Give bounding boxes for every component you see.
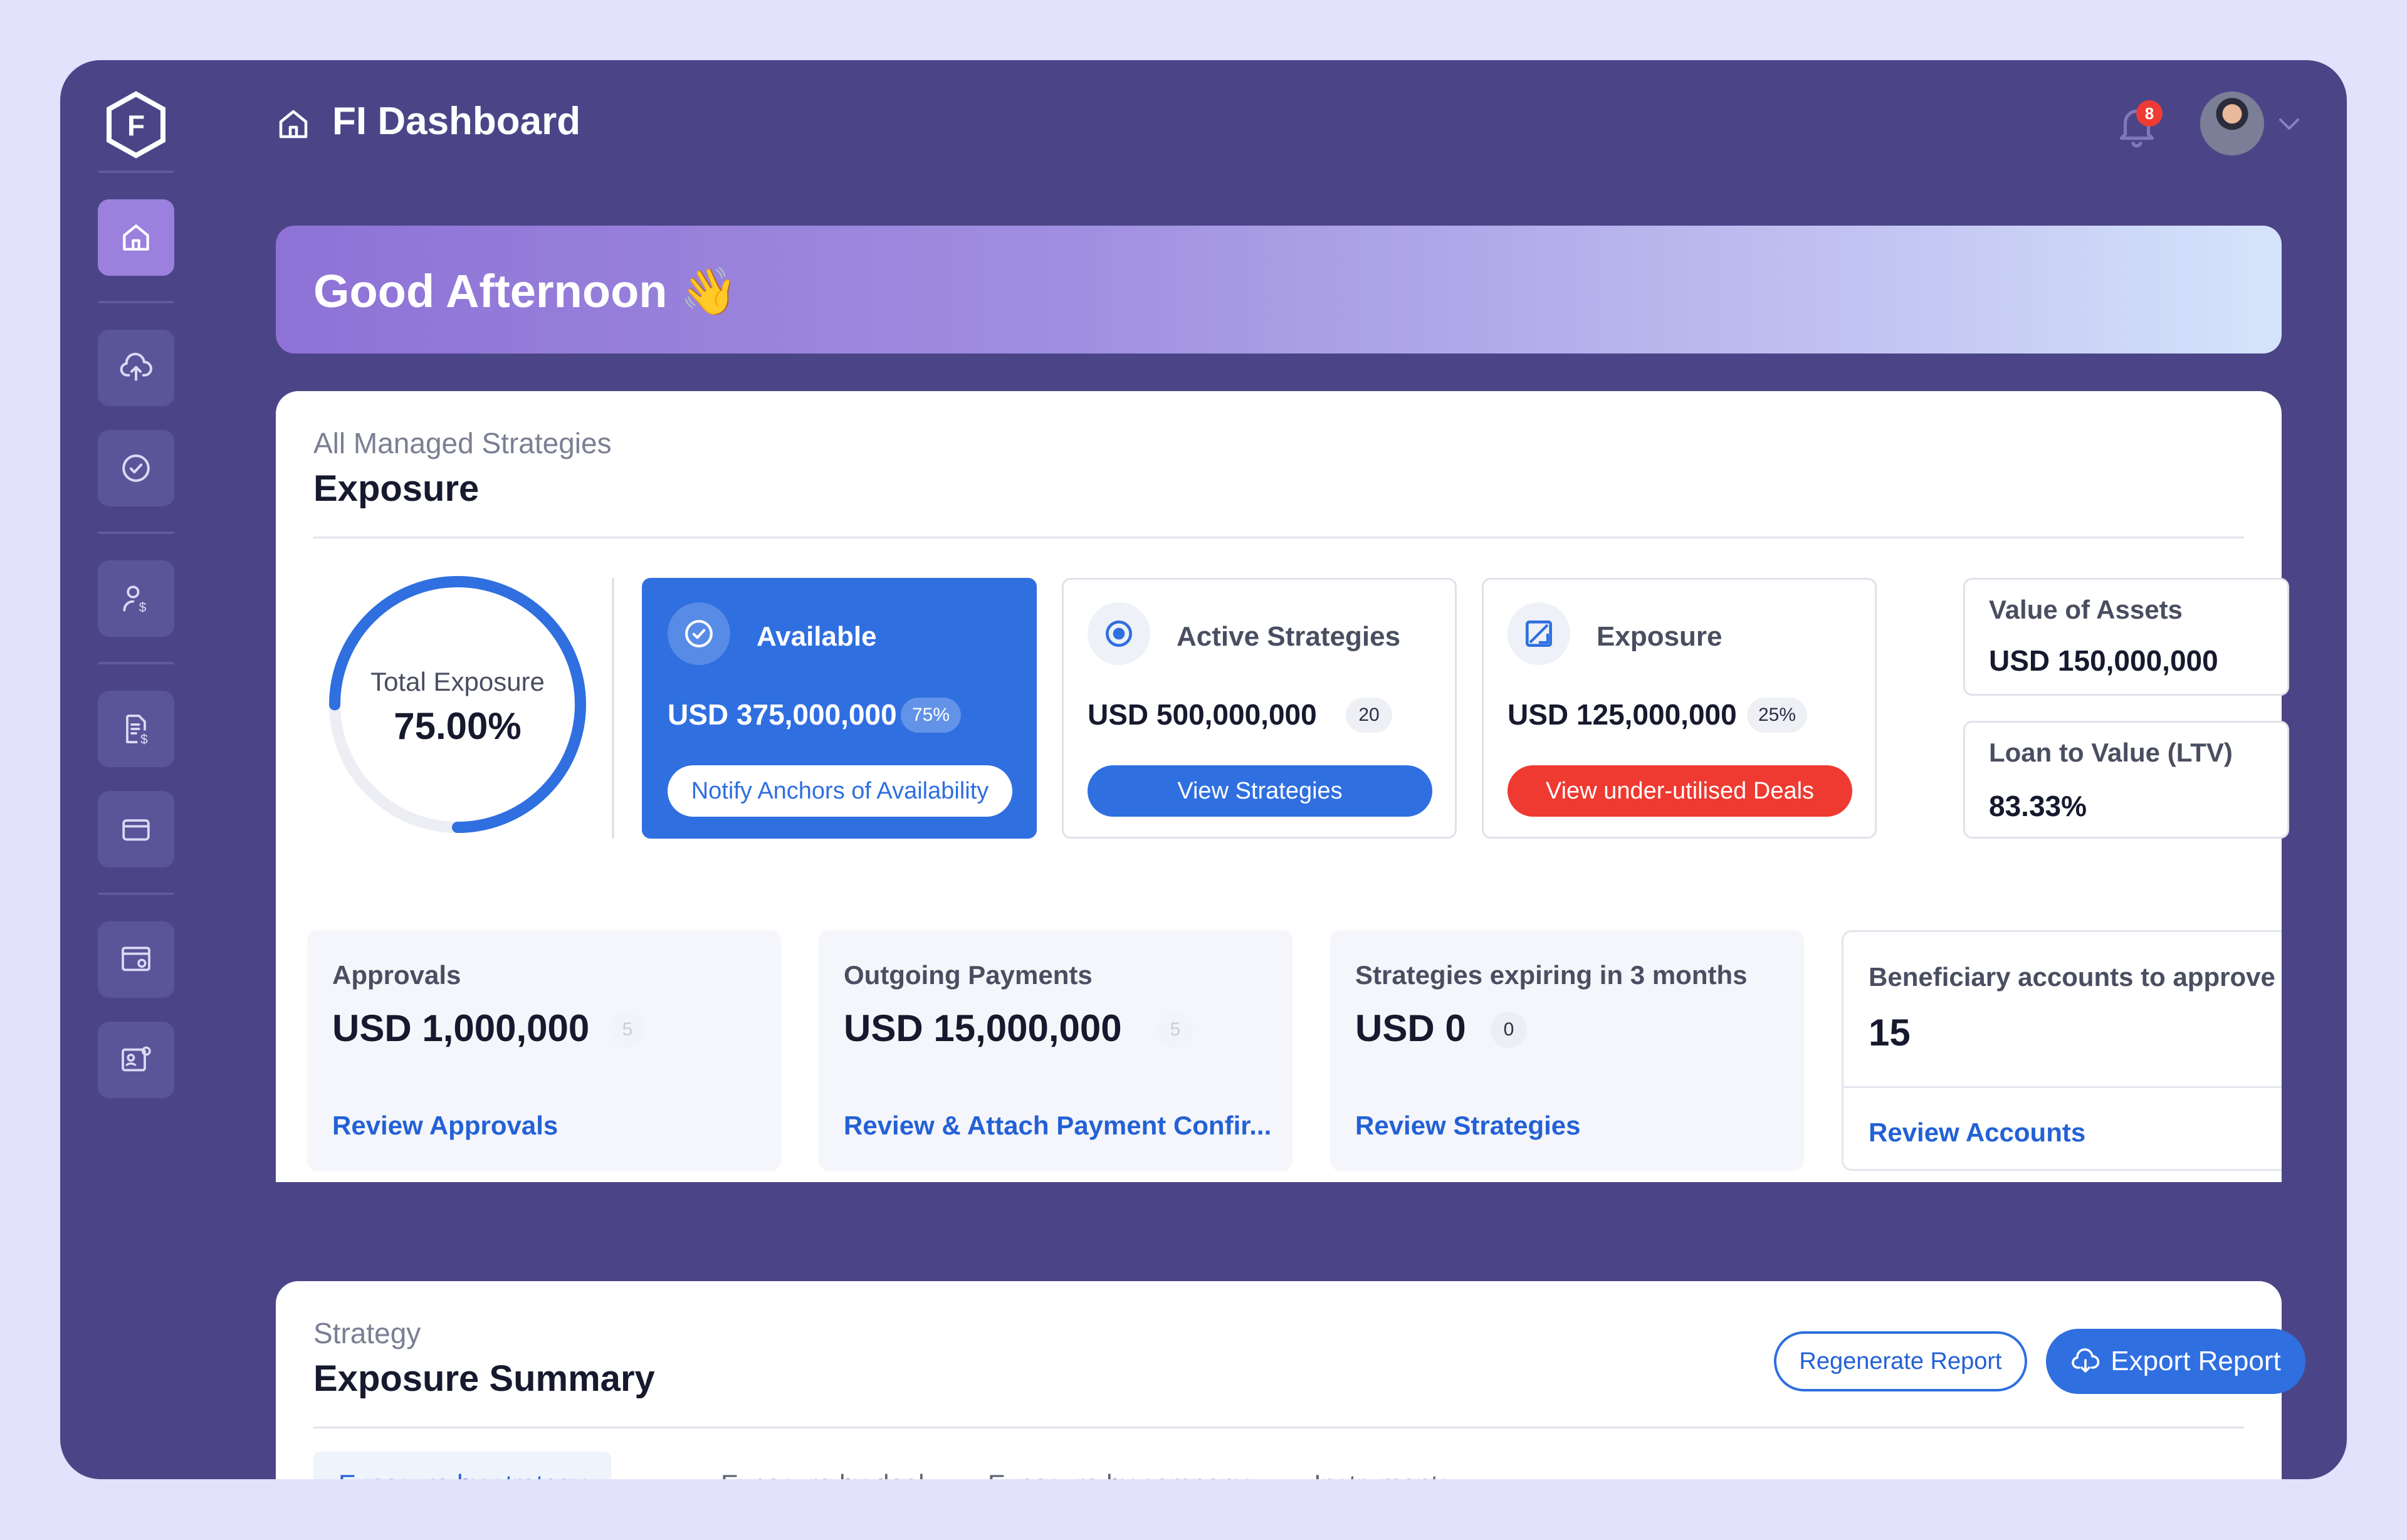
section-title: Exposure	[313, 468, 480, 509]
beneficiary-accounts-card: Beneficiary accounts to approve 15 Revie…	[1842, 930, 2282, 1171]
check-circle-icon	[668, 602, 730, 665]
kpi-label: Outgoing Payments	[844, 960, 1093, 990]
tab-exposure-by-strategy[interactable]: Exposure by strategy	[313, 1452, 611, 1479]
svg-text:$: $	[139, 600, 147, 615]
count-badge: 20	[1346, 698, 1392, 733]
avatar[interactable]	[2200, 92, 2264, 155]
svg-text:$: $	[140, 732, 148, 746]
active-strategies-tile: Active Strategies USD 500,000,000 20 Vie…	[1062, 578, 1457, 839]
divider	[313, 537, 2244, 538]
tile-title: Active Strategies	[1177, 621, 1401, 652]
view-strategies-button[interactable]: View Strategies	[1088, 765, 1432, 817]
value-of-assets-tile: Value of Assets USD 150,000,000	[1963, 578, 2289, 696]
sidebar-item-profile-settings[interactable]	[98, 1022, 174, 1098]
check-circle-icon	[122, 454, 150, 482]
divider	[313, 1427, 2244, 1428]
vertical-divider	[612, 578, 614, 839]
kpi-label: Strategies expiring in 3 months	[1355, 960, 1748, 990]
exposure-overview: All Managed Strategies Exposure Total Ex…	[276, 391, 2289, 893]
upload-cloud-icon	[120, 352, 152, 381]
chevron-down-icon[interactable]	[2277, 114, 2302, 133]
view-underutilised-deals-button[interactable]: View under-utilised Deals	[1508, 765, 1852, 817]
sidebar-item-invoices[interactable]: $	[98, 691, 174, 767]
tab-instruments[interactable]: Instruments	[1314, 1452, 1451, 1479]
app-logo[interactable]: F	[102, 90, 170, 159]
kpi-value: USD 0	[1355, 1007, 1466, 1049]
sidebar-divider	[98, 893, 174, 895]
sidebar-item-home[interactable]	[98, 199, 174, 276]
expiring-strategies-card: Strategies expiring in 3 months USD 0 0 …	[1330, 930, 1804, 1171]
sidebar-item-beneficiaries[interactable]: $	[98, 560, 174, 637]
tile-title: Exposure	[1597, 621, 1723, 652]
app-window: F $ $ FI Dashboard 8 Good Afternoon 👋 Al…	[60, 60, 2347, 1479]
sidebar-item-approvals[interactable]	[98, 430, 174, 506]
percent-badge: 75%	[901, 698, 962, 733]
tile-label: Loan to Value (LTV)	[1989, 738, 2233, 767]
home-icon	[123, 224, 149, 251]
user-dollar-icon: $	[123, 585, 147, 615]
tile-value: 83.33%	[1989, 790, 2087, 822]
review-payments-link[interactable]: Review & Attach Payment Confir...	[844, 1111, 1271, 1141]
tile-value: USD 150,000,000	[1989, 644, 2218, 677]
kpi-row: Approvals USD 1,000,000 5 Review Approva…	[276, 893, 2282, 1182]
percent-badge: 25%	[1747, 698, 1808, 733]
invoice-dollar-icon: $	[126, 715, 148, 746]
exposure-tile: Exposure USD 125,000,000 25% View under-…	[1482, 578, 1877, 839]
chart-box-icon	[1508, 602, 1570, 665]
count-badge: 5	[609, 1012, 646, 1048]
export-report-label: Export Report	[2111, 1346, 2281, 1376]
browser-settings-icon	[122, 946, 150, 972]
sidebar-item-wallet[interactable]	[98, 791, 174, 867]
kpi-value: 15	[1869, 1012, 1911, 1054]
kpi-label: Beneficiary accounts to approve	[1869, 962, 2275, 992]
tile-title: Available	[757, 621, 877, 652]
svg-text:F: F	[127, 109, 145, 142]
tile-amount: USD 125,000,000	[1508, 698, 1737, 731]
kpi-label: Approvals	[332, 960, 461, 990]
sidebar-divider	[98, 532, 174, 534]
available-tile: Available USD 375,000,000 75% Notify Anc…	[642, 578, 1037, 839]
outgoing-payments-card: Outgoing Payments USD 15,000,000 5 Revie…	[819, 930, 1293, 1171]
id-card-settings-icon	[122, 1046, 151, 1072]
sidebar-divider	[98, 170, 174, 173]
kpi-value: USD 1,000,000	[332, 1007, 590, 1049]
wallet-icon	[122, 819, 150, 841]
section-subtitle: Strategy	[313, 1317, 421, 1349]
notification-badge: 8	[2136, 100, 2163, 127]
count-badge: 0	[1491, 1012, 1527, 1048]
radio-target-icon	[1088, 602, 1150, 665]
exposure-card: All Managed Strategies Exposure Total Ex…	[276, 391, 2289, 1182]
ltv-tile: Loan to Value (LTV) 83.33%	[1963, 721, 2289, 839]
count-badge: 5	[1157, 1012, 1193, 1048]
sidebar-item-upload[interactable]	[98, 330, 174, 406]
page-title: FI Dashboard	[332, 100, 581, 143]
tab-exposure-by-company[interactable]: Exposure by company	[988, 1452, 1249, 1479]
download-cloud-icon	[2072, 1348, 2100, 1373]
sidebar-divider	[98, 301, 174, 303]
tile-label: Value of Assets	[1989, 595, 2183, 624]
kpi-value: USD 15,000,000	[844, 1007, 1122, 1049]
export-report-button[interactable]: Export Report	[2046, 1329, 2305, 1394]
review-accounts-link[interactable]: Review Accounts	[1869, 1118, 2085, 1148]
approvals-card: Approvals USD 1,000,000 5 Review Approva…	[307, 930, 781, 1171]
divider	[1843, 1086, 2282, 1088]
section-subtitle: All Managed Strategies	[313, 427, 612, 459]
sidebar-divider	[98, 662, 174, 664]
donut-label: Total Exposure	[370, 667, 545, 696]
donut-value: 75.00%	[394, 705, 522, 747]
regenerate-report-button[interactable]: Regenerate Report	[1774, 1331, 2027, 1391]
review-approvals-link[interactable]: Review Approvals	[332, 1111, 558, 1141]
greeting-text: Good Afternoon 👋	[313, 265, 738, 317]
tab-exposure-by-deal[interactable]: Exposure by deal	[721, 1452, 925, 1479]
sidebar-item-settings[interactable]	[98, 921, 174, 998]
review-strategies-link[interactable]: Review Strategies	[1355, 1111, 1581, 1141]
exposure-summary-card: Strategy Exposure Summary Regenerate Rep…	[276, 1281, 2305, 1479]
tile-amount: USD 375,000,000	[668, 698, 897, 731]
tile-amount: USD 500,000,000	[1088, 698, 1317, 731]
home-icon	[279, 110, 308, 139]
section-title: Exposure Summary	[313, 1358, 655, 1399]
greeting-banner: Good Afternoon 👋	[276, 226, 2282, 354]
notify-anchors-button[interactable]: Notify Anchors of Availability	[668, 765, 1012, 817]
